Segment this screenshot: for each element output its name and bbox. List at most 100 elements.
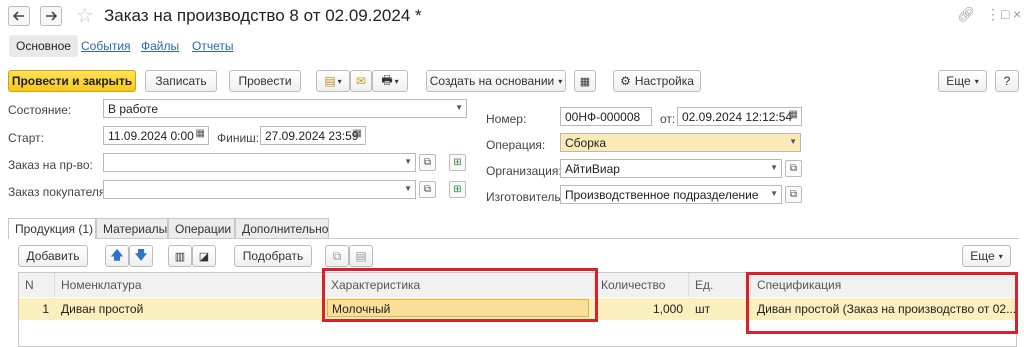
chevron-down-icon: ▾ xyxy=(974,76,979,86)
add-green-icon[interactable]: ⊞ xyxy=(449,154,466,171)
link-icon[interactable]: 🔗︎ xyxy=(957,6,975,23)
number-value: 00НФ-000008 xyxy=(565,110,641,124)
finish-date-field[interactable]: 27.09.2024 23:59 ▦ xyxy=(260,126,366,145)
calendar-icon[interactable]: ▦ xyxy=(353,128,362,139)
production-order-field[interactable]: ▼ xyxy=(103,153,416,172)
chevron-down-icon: ▼ xyxy=(770,163,778,172)
settings-label: Настройка xyxy=(634,74,694,88)
arrow-left-icon xyxy=(13,11,24,21)
settings-button[interactable]: ⚙ Настройка xyxy=(613,70,701,92)
start-date-field[interactable]: 11.09.2024 0:00 ▦ xyxy=(103,126,209,145)
help-button[interactable]: ? xyxy=(995,70,1019,92)
document-icon: ▤ xyxy=(324,74,336,88)
print-menu-button[interactable]: 🖶︎ ▾ xyxy=(372,70,408,92)
column-header-unit[interactable]: Ед. xyxy=(689,273,751,297)
customer-order-field[interactable]: ▼ xyxy=(103,180,416,199)
paste-icon: ▤ xyxy=(355,249,367,263)
state-value: В работе xyxy=(108,102,159,116)
from-date-field[interactable]: 02.09.2024 12:12:54 ▦ xyxy=(677,107,802,126)
arrow-down-icon: 🡇 xyxy=(134,247,148,262)
scan-button[interactable]: ◪ xyxy=(192,245,216,267)
tab-additional[interactable]: Дополнительно xyxy=(235,218,329,238)
column-header-quantity[interactable]: Количество xyxy=(595,273,689,297)
column-header-nomenclature[interactable]: Номенклатура xyxy=(55,273,325,297)
tab-events[interactable]: События xyxy=(81,39,131,53)
tab-operations[interactable]: Операции xyxy=(168,218,235,238)
document-menu-button[interactable]: ▤ ▾ xyxy=(316,70,350,92)
window-title: Заказ на производство 8 от 02.09.2024 * xyxy=(104,6,422,25)
create-based-on-button[interactable]: Создать на основании ▾ xyxy=(426,70,566,92)
copy-button[interactable]: ⧉ xyxy=(325,245,349,267)
customer-order-label: Заказ покупателя: xyxy=(8,185,109,199)
tab-main[interactable]: Основное xyxy=(9,35,78,57)
paste-button[interactable]: ▤ xyxy=(349,245,373,267)
tab-files[interactable]: Файлы xyxy=(141,39,179,53)
maker-label: Изготовитель: xyxy=(486,190,564,204)
state-label: Состояние: xyxy=(8,103,72,117)
number-field[interactable]: 00НФ-000008 xyxy=(560,107,652,126)
add-row-button[interactable]: Добавить xyxy=(18,245,88,267)
chevron-down-icon: ▼ xyxy=(455,103,463,112)
table-row-cell-n[interactable]: 1 xyxy=(19,298,55,320)
back-button[interactable] xyxy=(8,6,30,26)
star-icon[interactable]: ☆ xyxy=(76,3,94,28)
organization-label: Организация: xyxy=(486,164,562,178)
column-header-n[interactable]: N xyxy=(19,273,55,297)
open-icon[interactable]: ⧉ xyxy=(419,181,436,198)
email-button[interactable]: ✉ xyxy=(350,70,372,92)
save-button[interactable]: Записать xyxy=(145,70,217,92)
structure-icon: ▦ xyxy=(579,75,591,88)
annotation-box-characteristic xyxy=(322,268,598,322)
maximize-icon[interactable]: □ xyxy=(1001,6,1009,22)
barcode-button[interactable]: ▥ xyxy=(168,245,192,267)
gear-icon: ⚙ xyxy=(620,74,631,88)
move-down-button[interactable]: 🡇 xyxy=(129,245,153,267)
post-button[interactable]: Провести xyxy=(229,70,301,92)
chevron-down-icon: ▾ xyxy=(394,76,399,86)
calendar-icon[interactable]: ▦ xyxy=(789,109,798,120)
start-value: 11.09.2024 0:00 xyxy=(108,129,194,143)
table-more-button[interactable]: Еще ▾ xyxy=(962,245,1011,267)
add-green-icon[interactable]: ⊞ xyxy=(449,181,466,198)
tabs-baseline xyxy=(8,238,1019,239)
state-select[interactable]: В работе ▼ xyxy=(103,99,467,118)
chevron-down-icon: ▾ xyxy=(337,76,342,86)
maker-field[interactable]: Производственное подразделение ▼ xyxy=(560,185,782,204)
arrow-right-icon xyxy=(46,11,57,21)
tab-products[interactable]: Продукция (1) xyxy=(8,218,96,239)
open-icon[interactable]: ⧉ xyxy=(785,186,802,203)
move-up-button[interactable]: 🡅 xyxy=(105,245,129,267)
finish-value: 27.09.2024 23:59 xyxy=(265,129,359,143)
close-icon[interactable]: × xyxy=(1013,6,1021,22)
organization-field[interactable]: АйтиВиар ▼ xyxy=(560,159,782,178)
structure-button[interactable]: ▦ xyxy=(574,70,596,92)
pick-button[interactable]: Подобрать xyxy=(234,245,312,267)
forward-button[interactable] xyxy=(40,6,62,26)
table-row-cell-unit[interactable]: шт xyxy=(689,298,751,320)
more-button[interactable]: Еще ▾ xyxy=(938,70,987,92)
table-row-cell-quantity[interactable]: 1,000 xyxy=(595,298,689,320)
chevron-down-icon: ▼ xyxy=(404,157,412,166)
annotation-box-specification xyxy=(746,272,1018,334)
table-more-label: Еще xyxy=(970,249,995,263)
table-row-cell-nomenclature[interactable]: Диван простой xyxy=(55,298,325,320)
chevron-down-icon: ▼ xyxy=(789,137,797,146)
chevron-down-icon: ▾ xyxy=(558,76,563,86)
arrow-up-icon: 🡅 xyxy=(110,247,124,262)
open-icon[interactable]: ⧉ xyxy=(419,154,436,171)
printer-icon: 🖶︎ xyxy=(381,72,393,87)
open-icon[interactable]: ⧉ xyxy=(785,160,802,177)
production-order-label: Заказ на пр-во: xyxy=(8,158,93,172)
barcode-icon: ▥ xyxy=(174,250,186,263)
post-and-close-button[interactable]: Провести и закрыть xyxy=(8,70,136,92)
operation-select[interactable]: Сборка ▼ xyxy=(560,133,801,152)
more-vertical-icon[interactable]: ⋮ xyxy=(986,6,1000,23)
organization-value: АйтиВиар xyxy=(565,162,620,176)
tab-materials[interactable]: Материалы xyxy=(96,218,168,238)
calendar-icon[interactable]: ▦ xyxy=(196,128,205,139)
scan-icon: ◪ xyxy=(198,250,210,263)
number-label: Номер: xyxy=(486,112,527,126)
tab-reports[interactable]: Отчеты xyxy=(192,39,233,53)
operation-label: Операция: xyxy=(486,138,546,152)
chevron-down-icon: ▾ xyxy=(998,251,1003,261)
